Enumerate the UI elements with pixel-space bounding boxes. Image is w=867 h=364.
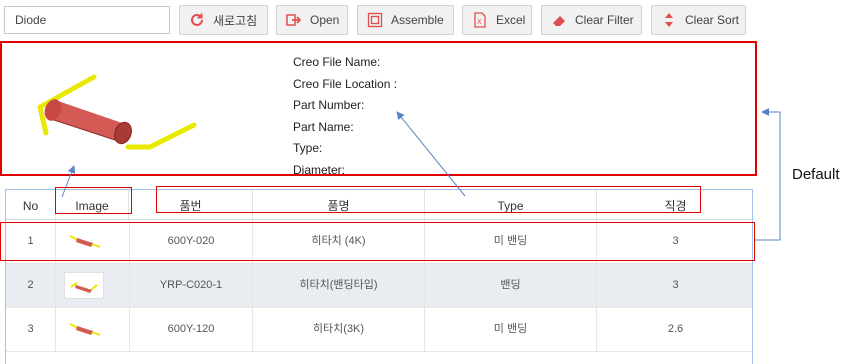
column-header-type[interactable]: Type (425, 190, 597, 219)
search-input[interactable] (4, 6, 170, 34)
part-name-label: Part Name: (293, 119, 354, 134)
column-header-diameter[interactable]: 직경 (597, 190, 754, 219)
part-preview-image (37, 74, 197, 150)
eraser-icon (551, 12, 567, 28)
cell-diameter: 3 (672, 235, 679, 247)
refresh-button[interactable]: 새로고침 (179, 5, 268, 35)
cell-part-name: 히타치(3K) (253, 308, 425, 351)
column-header-part-number[interactable]: 품번 (129, 190, 253, 219)
creo-file-name-label: Creo File Name: (293, 55, 381, 69)
cell-no: 2 (6, 264, 56, 307)
column-header-part-name[interactable]: 품명 (253, 190, 425, 219)
part-detail-fields: Creo File Name: Creo File Location : Par… (293, 54, 397, 184)
open-icon (286, 12, 302, 28)
cell-part-number: 600Y-120 (129, 308, 253, 351)
diameter-label: Diameter: (293, 162, 346, 177)
grid-header: No Image 품번 품명 Type 직경 (6, 190, 752, 220)
column-header-no[interactable]: No (6, 190, 56, 219)
cell-no: 3 (6, 308, 56, 351)
cell-part-name: 히타치(밴딩타입) (253, 264, 425, 307)
excel-button[interactable]: X Excel (462, 5, 532, 35)
clear-sort-button[interactable]: Clear Sort (651, 5, 746, 35)
assemble-icon (367, 12, 383, 28)
part-thumbnail (69, 235, 101, 248)
part-thumbnail (64, 272, 104, 299)
excel-icon: X (472, 12, 488, 28)
assemble-label: Assemble (391, 13, 444, 27)
refresh-label: 새로고침 (213, 13, 258, 28)
cell-type: 밴딩 (425, 264, 597, 307)
open-button[interactable]: Open (276, 5, 348, 35)
sort-icon (661, 12, 677, 28)
svg-text:X: X (477, 18, 482, 26)
open-label: Open (310, 13, 340, 27)
cell-diameter: 3 (672, 279, 679, 291)
creo-file-location-label: Creo File Location : (293, 76, 398, 91)
annotation-label-default: Default (792, 166, 840, 183)
table-row[interactable]: 1 600Y-020 히타치 (4K) 미 밴딩 3 (6, 220, 752, 264)
cell-part-name: 히타치 (4K) (253, 220, 425, 263)
column-header-image[interactable]: Image (56, 190, 129, 219)
cell-part-number: YRP-C020-1 (129, 264, 253, 307)
type-label: Type: (293, 141, 323, 156)
cell-type: 미 밴딩 (425, 308, 597, 351)
table-row[interactable]: 2 YRP-C020-1 히타치(밴딩타입) 밴딩 3 (6, 264, 752, 308)
refresh-icon (189, 12, 205, 28)
clear-filter-label: Clear Filter (575, 13, 634, 27)
excel-label: Excel (496, 13, 526, 27)
assemble-button[interactable]: Assemble (357, 5, 454, 35)
part-detail-panel: Creo File Name: Creo File Location : Par… (0, 41, 757, 177)
clear-sort-label: Clear Sort (685, 13, 740, 27)
cell-diameter: 2.6 (667, 323, 684, 335)
cell-type: 미 밴딩 (425, 220, 597, 263)
table-row[interactable]: 3 600Y-120 히타치(3K) 미 밴딩 2.6 (6, 308, 752, 352)
clear-filter-button[interactable]: Clear Filter (541, 5, 642, 35)
parts-grid: No Image 품번 품명 Type 직경 1 600Y-020 히타치 (4… (5, 189, 753, 364)
cell-no: 1 (6, 220, 56, 263)
part-thumbnail (69, 323, 101, 336)
part-number-label: Part Number: (293, 98, 365, 113)
cell-part-number: 600Y-020 (129, 220, 253, 263)
